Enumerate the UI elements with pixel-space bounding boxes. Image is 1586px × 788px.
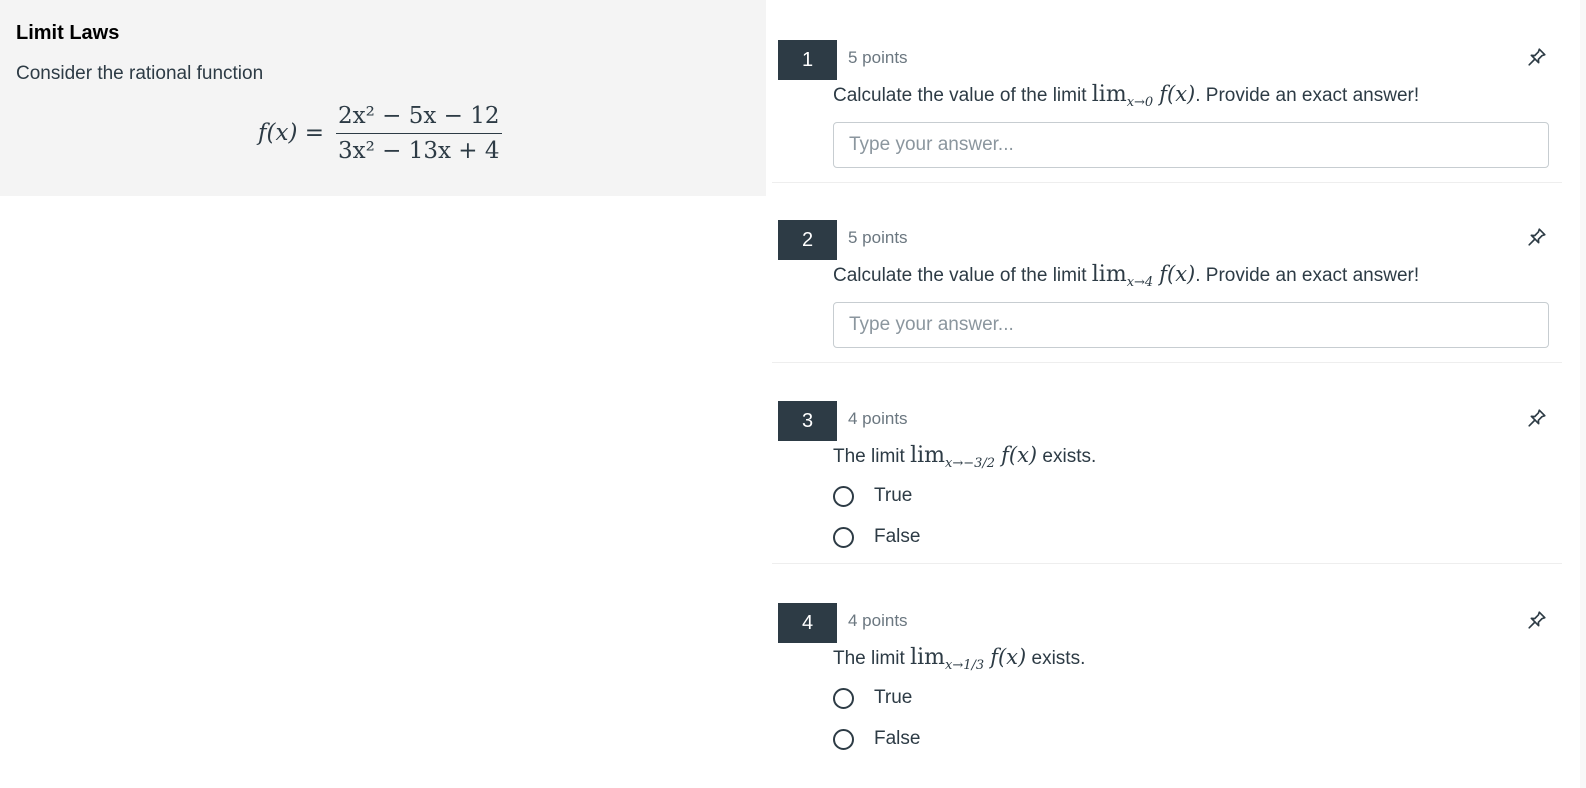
pin-icon[interactable] — [1526, 609, 1548, 631]
question-text-after: exists. — [1026, 648, 1086, 669]
formula-lhs: f(x) = — [258, 120, 325, 146]
option-label: True — [874, 687, 913, 708]
limit-expression: limx→−3/2 f(x) — [910, 443, 1038, 471]
radio-button[interactable] — [833, 485, 854, 507]
question-text-after: . Provide an exact answer! — [1195, 265, 1420, 286]
radio-button[interactable] — [833, 687, 854, 709]
question-text: The limit limx→1/3 f(x) exists. — [833, 645, 1085, 673]
limit-subscript: x→−3/2 — [945, 456, 996, 471]
question-points: 4 points — [848, 611, 908, 630]
answer-input[interactable] — [833, 302, 1549, 348]
question-text-before: Calculate the value of the limit — [833, 85, 1087, 106]
option-true[interactable]: True — [833, 683, 912, 713]
formula-fraction: 2x² − 5x − 12 3x² − 13x + 4 — [336, 103, 502, 164]
pin-icon[interactable] — [1526, 407, 1548, 429]
question-text-before: The limit — [833, 648, 905, 669]
limit-expression: limx→0 f(x) — [1091, 82, 1196, 110]
formula-denominator: 3x² − 13x + 4 — [338, 137, 500, 164]
question-3: 3 4 points The limit limx→−3/2 f(x) exis… — [772, 361, 1562, 564]
limit-operator: lim — [910, 645, 946, 670]
radio-button[interactable] — [833, 526, 854, 548]
limit-function: f(x) — [1159, 82, 1196, 106]
question-points: 4 points — [848, 409, 908, 428]
stimulus-text: Consider the rational function — [16, 63, 264, 84]
option-false[interactable]: False — [833, 724, 920, 754]
option-label: False — [874, 728, 921, 749]
stimulus-panel: Limit Laws Consider the rational functio… — [0, 0, 766, 196]
answer-input[interactable] — [833, 122, 1549, 168]
option-label: True — [874, 485, 913, 506]
option-false[interactable]: False — [833, 522, 920, 552]
limit-operator: lim — [910, 443, 946, 468]
limit-expression: limx→4 f(x) — [1091, 262, 1196, 290]
stimulus-title: Limit Laws — [16, 22, 120, 44]
question-number: 2 — [778, 220, 837, 260]
limit-expression: limx→1/3 f(x) — [910, 645, 1027, 673]
limit-function: f(x) — [1001, 443, 1038, 467]
limit-operator: lim — [1091, 262, 1127, 287]
question-text: The limit limx→−3/2 f(x) exists. — [833, 443, 1096, 471]
question-text: Calculate the value of the limit limx→4 … — [833, 262, 1419, 290]
question-text-after: exists. — [1037, 446, 1097, 467]
question-points: 5 points — [848, 228, 908, 247]
option-true[interactable]: True — [833, 481, 912, 511]
limit-function: f(x) — [990, 645, 1027, 669]
question-text: Calculate the value of the limit limx→0 … — [833, 82, 1419, 110]
questions-panel: 1 5 points Calculate the value of the li… — [766, 0, 1586, 788]
rational-function-formula: f(x) = 2x² − 5x − 12 3x² − 13x + 4 — [258, 99, 502, 167]
limit-subscript: x→1/3 — [945, 658, 985, 673]
question-text-after: . Provide an exact answer! — [1195, 85, 1420, 106]
limit-function: f(x) — [1159, 262, 1196, 286]
question-2: 2 5 points Calculate the value of the li… — [772, 180, 1562, 363]
scrollbar[interactable] — [1580, 0, 1586, 788]
question-1: 1 5 points Calculate the value of the li… — [772, 0, 1562, 183]
question-text-before: Calculate the value of the limit — [833, 265, 1087, 286]
pin-icon[interactable] — [1526, 46, 1548, 68]
pin-icon[interactable] — [1526, 226, 1548, 248]
question-4: 4 4 points The limit limx→1/3 f(x) exist… — [772, 563, 1562, 788]
question-number: 1 — [778, 40, 837, 80]
question-number: 3 — [778, 401, 837, 441]
formula-numerator: 2x² − 5x − 12 — [336, 103, 502, 134]
limit-subscript: x→0 — [1126, 95, 1154, 110]
question-text-before: The limit — [833, 446, 905, 467]
limit-subscript: x→4 — [1126, 275, 1154, 290]
question-number: 4 — [778, 603, 837, 643]
radio-button[interactable] — [833, 728, 854, 750]
limit-operator: lim — [1091, 82, 1127, 107]
question-points: 5 points — [848, 48, 908, 67]
option-label: False — [874, 526, 921, 547]
